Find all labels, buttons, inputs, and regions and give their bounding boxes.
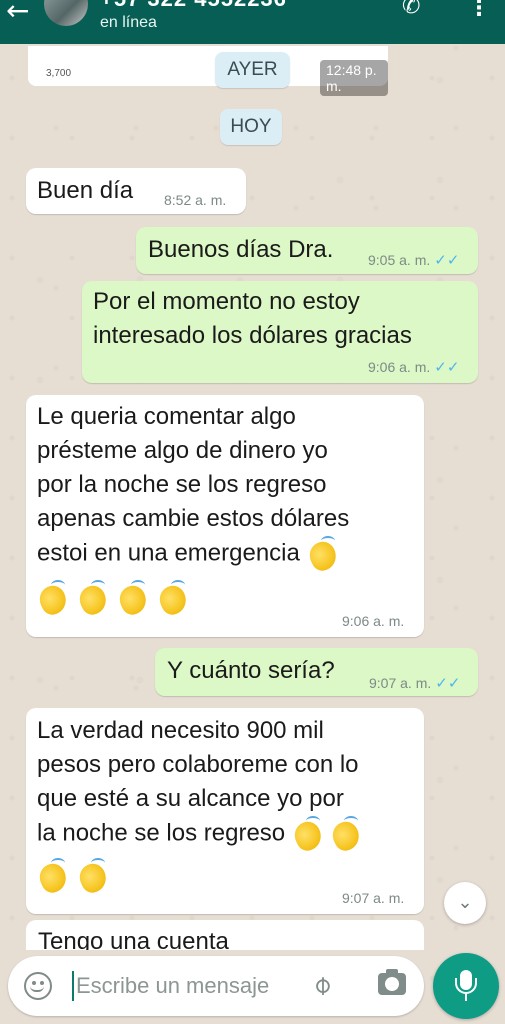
message-line: apenas cambie estos dólares <box>37 505 350 532</box>
clapping-hands-icon <box>77 580 111 616</box>
call-icon[interactable]: ✆ <box>402 0 420 19</box>
message-bubble-outgoing[interactable]: Y cuánto sería? 9:07 a. m. ✓✓ <box>155 648 478 696</box>
mic-button[interactable] <box>433 953 499 1019</box>
message-meta: 9:05 a. m. ✓✓ <box>368 251 459 269</box>
emoji-row <box>37 580 349 616</box>
message-text: Buenos días Dra. <box>148 236 334 263</box>
message-line: estoi en una emergencia <box>37 536 349 572</box>
message-line: la noche se los regreso <box>37 816 364 852</box>
message-line-text: estoi en una emergencia <box>37 539 300 567</box>
message-line: interesado los dólares gracias <box>93 322 412 349</box>
message-time: 9:07 a. m. <box>342 890 405 906</box>
read-ticks-icon: ✓✓ <box>434 251 460 269</box>
message-time: 9:06 a. m. <box>368 359 431 375</box>
previous-message-bubble[interactable]: 3,700 12:48 p. m. <box>28 46 388 96</box>
clapping-hands-icon <box>37 580 71 616</box>
message-line: pesos pero colaboreme con lo <box>37 751 359 778</box>
camera-icon[interactable] <box>378 969 406 995</box>
mic-icon-stem <box>465 994 467 1001</box>
message-meta: 9:06 a. m. ✓✓ <box>368 358 459 376</box>
message-line: Por el momento no estoy <box>93 288 360 315</box>
message-line: La verdad necesito 900 mil <box>37 717 324 744</box>
clapping-hands-icon <box>307 536 341 572</box>
arrow-left-icon[interactable]: ← <box>6 0 29 27</box>
read-ticks-icon: ✓✓ <box>435 674 461 692</box>
message-input[interactable]: Escribe un mensaje <box>76 973 269 999</box>
contact-status: en línea <box>100 14 157 31</box>
more-vert-icon[interactable]: ⋮ <box>468 0 490 21</box>
message-time: 9:07 a. m. <box>369 675 432 691</box>
date-chip-yesterday: AYER <box>215 52 290 88</box>
message-line-text: la noche se los regreso <box>37 819 286 847</box>
message-bubble-outgoing[interactable]: Por el momento no estoy interesado los d… <box>82 281 478 383</box>
paperclip-icon[interactable]: ⌀ <box>306 969 338 1001</box>
message-line: Le queria comentar algo <box>37 403 296 430</box>
message-bubble-incoming[interactable]: Le queria comentar algo présteme algo de… <box>26 395 424 637</box>
message-bubble-incoming[interactable]: Buen día 8:52 a. m. <box>26 168 246 214</box>
message-text: Y cuánto sería? <box>167 657 335 684</box>
clapping-hands-icon <box>157 580 191 616</box>
message-text: La verdad necesito 900 mil pesos pero co… <box>37 714 364 894</box>
date-chip-today: HOY <box>220 109 282 145</box>
chevron-down-icon: ⌄ <box>457 892 473 913</box>
message-time: 8:52 a. m. <box>164 192 227 208</box>
message-time: 9:06 a. m. <box>342 613 405 629</box>
message-text: Tengo una cuenta <box>38 928 229 950</box>
message-bubble-incoming[interactable]: La verdad necesito 900 mil pesos pero co… <box>26 708 424 914</box>
clapping-hands-icon <box>37 858 71 894</box>
message-line: que esté a su alcance yo por <box>37 785 344 812</box>
text-caret <box>72 971 74 1001</box>
clapping-hands-icon <box>77 858 111 894</box>
emoji-row <box>37 858 364 894</box>
message-bubble-outgoing[interactable]: Buenos días Dra. 9:05 a. m. ✓✓ <box>136 227 478 274</box>
message-line: por la noche se los regreso <box>37 471 327 498</box>
message-input-bar: Escribe un mensaje ⌀ <box>8 956 424 1016</box>
message-bubble-incoming[interactable]: Tengo una cuenta <box>26 920 424 950</box>
mic-icon-arc <box>455 978 477 994</box>
previous-message-number: 3,700 <box>46 68 72 79</box>
avatar[interactable] <box>44 0 88 26</box>
chat-header: ← +57 322 4552236 en línea ✆ ⋮ <box>0 0 505 44</box>
message-text: Le queria comentar algo présteme algo de… <box>37 400 349 616</box>
contact-name[interactable]: +57 322 4552236 <box>100 0 287 12</box>
clapping-hands-icon <box>330 816 364 852</box>
clapping-hands-icon <box>117 580 151 616</box>
clapping-hands-icon <box>292 816 326 852</box>
message-meta: 9:07 a. m. ✓✓ <box>369 674 460 692</box>
previous-message-time: 12:48 p. m. <box>320 60 388 96</box>
message-text: Buen día <box>37 177 134 204</box>
message-time: 9:05 a. m. <box>368 252 431 268</box>
message-line: présteme algo de dinero yo <box>37 437 328 464</box>
message-text: Por el momento no estoy interesado los d… <box>93 285 412 353</box>
read-ticks-icon: ✓✓ <box>434 358 460 376</box>
scroll-down-button[interactable]: ⌄ <box>444 882 486 924</box>
